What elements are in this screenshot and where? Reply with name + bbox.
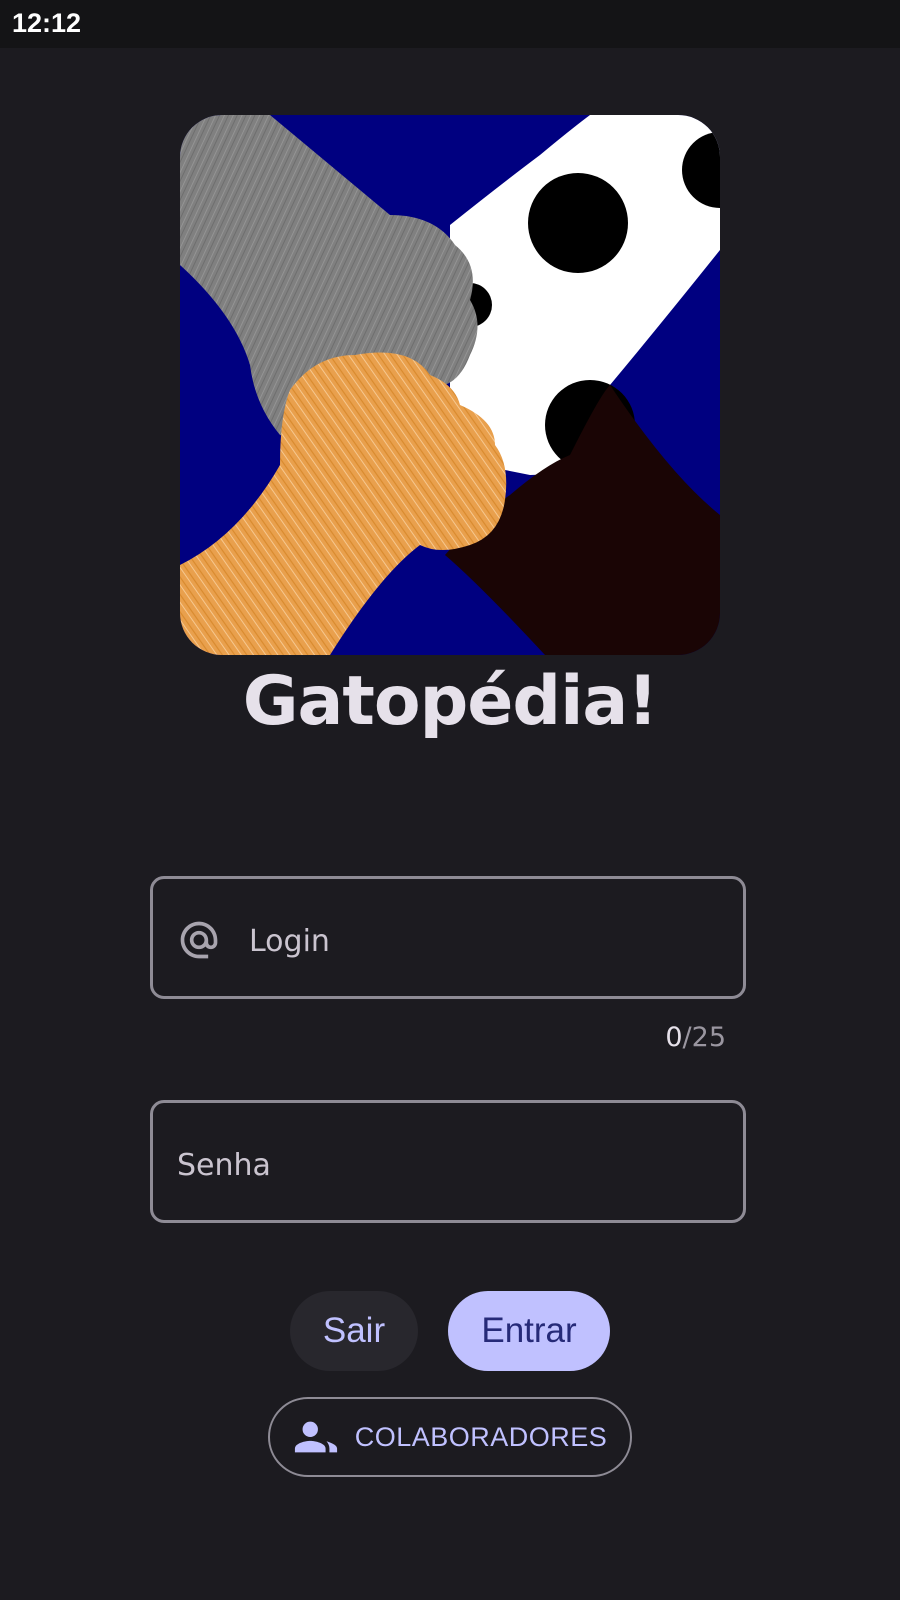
login-input[interactable] — [247, 915, 721, 967]
app-title: Gatopédia! — [242, 662, 659, 741]
login-char-counter: 0/25 — [665, 1022, 726, 1053]
collaborators-label: COLABORADORES — [354, 1421, 608, 1452]
password-field[interactable] — [150, 1100, 746, 1223]
enter-button[interactable]: Entrar — [448, 1291, 610, 1371]
char-count-max: /25 — [682, 1022, 726, 1053]
password-input[interactable] — [175, 1139, 719, 1191]
login-field[interactable] — [150, 876, 746, 999]
char-count-current: 0 — [665, 1022, 683, 1053]
app-logo — [180, 115, 720, 655]
cat-paws-logo — [180, 115, 720, 655]
exit-button[interactable]: Sair — [290, 1291, 418, 1371]
status-time: 12:12 — [12, 8, 82, 38]
at-icon — [180, 921, 218, 959]
collaborators-button[interactable]: COLABORADORES — [268, 1397, 632, 1477]
status-bar: 12:12 — [0, 0, 900, 48]
people-icon — [294, 1421, 337, 1453]
